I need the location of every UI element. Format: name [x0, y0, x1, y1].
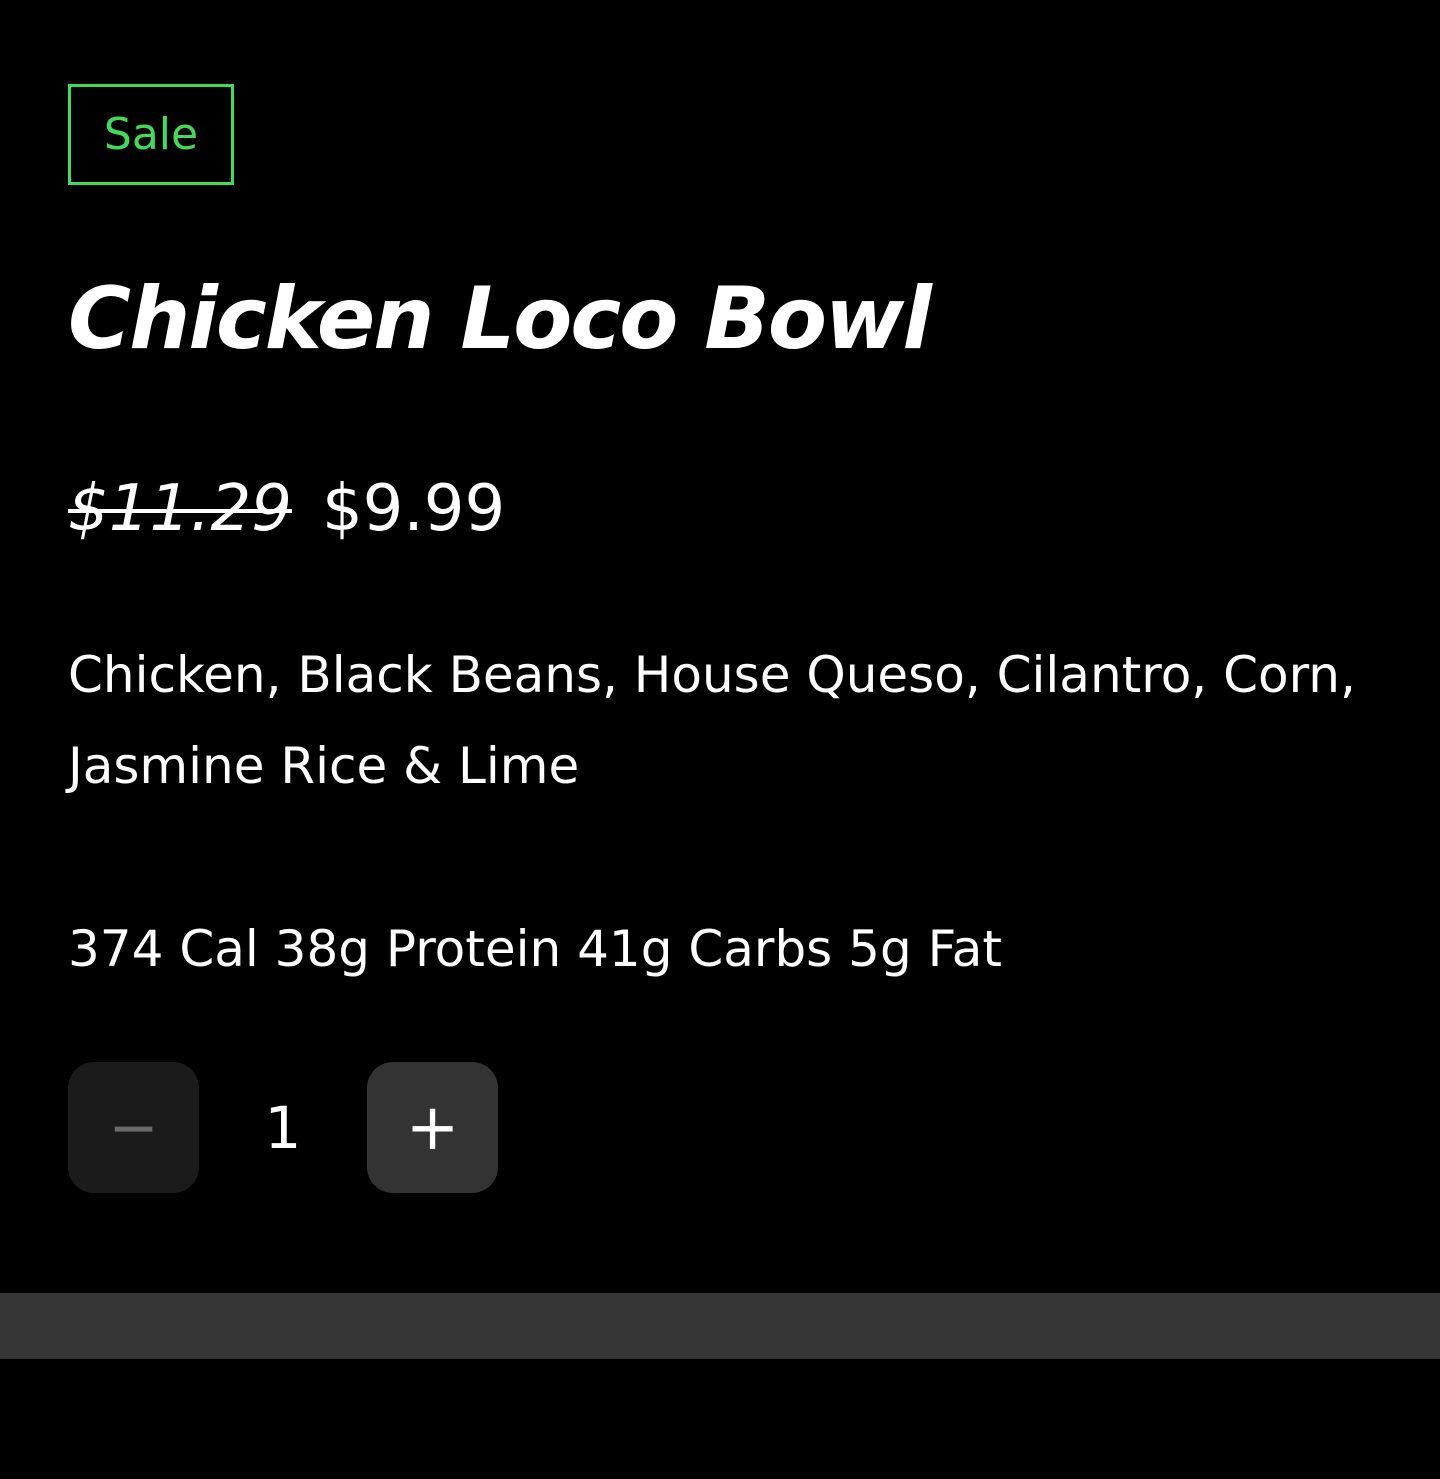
product-title: Chicken Loco Bowl	[68, 269, 932, 369]
quantity-value: 1	[264, 1093, 302, 1162]
quantity-stepper: − 1 +	[68, 1062, 498, 1193]
minus-icon: −	[108, 1092, 159, 1163]
price-row: $11.29 $9.99	[68, 469, 505, 549]
original-price: $11.29	[68, 472, 292, 546]
product-description: Chicken, Black Beans, House Queso, Cilan…	[68, 646, 1356, 795]
nutrition-info: 374 Cal 38g Protein 41g Carbs 5g Fat	[68, 920, 1002, 978]
sale-badge: Sale	[68, 84, 234, 185]
decrease-quantity-button[interactable]: −	[68, 1062, 199, 1193]
bottom-bar	[0, 1293, 1440, 1359]
plus-icon: +	[405, 1090, 460, 1165]
sale-price: $9.99	[321, 472, 506, 546]
increase-quantity-button[interactable]: +	[367, 1062, 498, 1193]
